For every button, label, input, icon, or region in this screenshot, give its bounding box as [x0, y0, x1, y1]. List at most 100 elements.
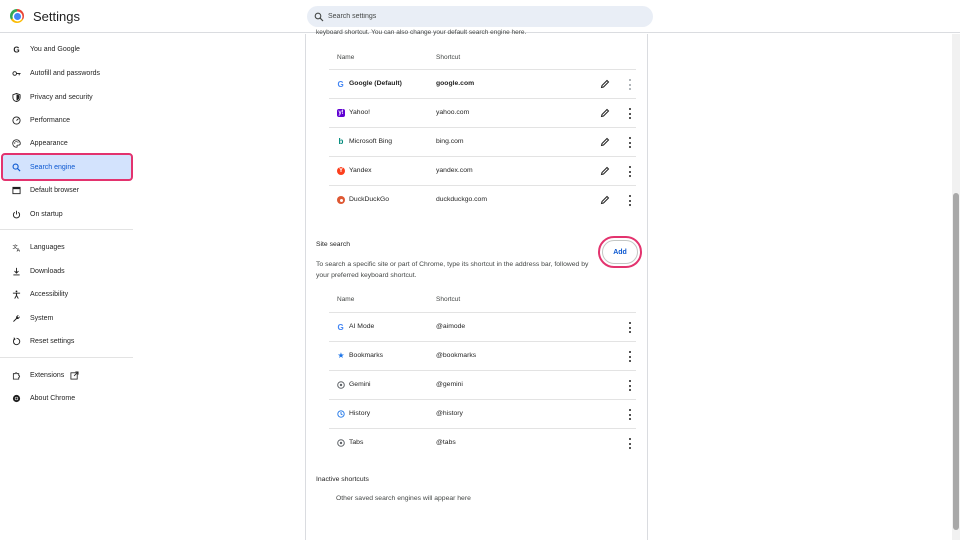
- power-icon: [2, 210, 30, 219]
- sidebar-divider: [0, 357, 133, 358]
- sidebar-item-label: Privacy and security: [30, 93, 93, 101]
- add-site-search-button[interactable]: Add: [598, 236, 642, 268]
- search-icon: [2, 163, 30, 172]
- sidebar-item-languages[interactable]: 文A Languages: [2, 235, 132, 259]
- speedometer-icon: [2, 115, 30, 125]
- sidebar-item-on-startup[interactable]: On startup: [2, 202, 132, 226]
- download-icon: [2, 267, 30, 276]
- edit-pencil-icon[interactable]: [600, 166, 610, 176]
- sidebar-item-privacy[interactable]: Privacy and security: [2, 85, 132, 109]
- sidebar-item-extensions[interactable]: Extensions: [2, 363, 132, 387]
- sidebar-item-label: Autofill and passwords: [30, 69, 101, 77]
- more-options-icon[interactable]: [628, 79, 632, 90]
- more-options-icon[interactable]: [628, 351, 632, 362]
- engine-shortcut: duckduckgo.com: [436, 196, 488, 203]
- sidebar: G You and Google Autofill and passwords …: [0, 34, 135, 540]
- sidebar-item-label: Extensions: [30, 371, 65, 379]
- sidebar-item-system[interactable]: System: [2, 306, 132, 330]
- sidebar-item-downloads[interactable]: Downloads: [2, 259, 132, 283]
- more-options-icon[interactable]: [628, 137, 632, 148]
- scrollbar-thumb[interactable]: [953, 193, 959, 530]
- sidebar-item-label: Languages: [30, 243, 65, 251]
- sidebar-item-autofill[interactable]: Autofill and passwords: [2, 61, 132, 85]
- palette-icon: [2, 138, 30, 148]
- engine-name: Google (Default): [349, 80, 402, 87]
- more-options-icon[interactable]: [628, 380, 632, 391]
- site-search-name: History: [349, 410, 371, 417]
- search-engine-card: keyboard shortcut. You can also change y…: [305, 29, 648, 540]
- table-row: y! Yahoo! yahoo.com: [329, 98, 636, 127]
- sidebar-item-appearance[interactable]: Appearance: [2, 131, 132, 155]
- gemini-icon: [337, 381, 345, 389]
- svg-text:G: G: [338, 80, 344, 88]
- sidebar-item-accessibility[interactable]: Accessibility: [2, 282, 132, 306]
- edit-pencil-icon[interactable]: [600, 195, 610, 205]
- duckduckgo-icon: [337, 196, 345, 204]
- more-options-icon[interactable]: [628, 322, 632, 333]
- google-icon: G: [337, 323, 345, 331]
- sidebar-item-label: Accessibility: [30, 290, 69, 298]
- sidebar-item-default-browser[interactable]: Default browser: [2, 178, 132, 202]
- site-search-shortcut: @gemini: [436, 381, 463, 388]
- sidebar-item-label: Downloads: [30, 267, 65, 275]
- sidebar-item-about-chrome[interactable]: About Chrome: [2, 386, 132, 410]
- search-input[interactable]: [328, 13, 628, 20]
- sidebar-item-you-and-google[interactable]: G You and Google: [2, 37, 132, 61]
- settings-window: Settings G You and Google Autofill and p…: [0, 0, 960, 540]
- browser-window-icon: [2, 186, 30, 195]
- site-search-shortcut: @history: [436, 410, 463, 417]
- google-g-icon: G: [2, 45, 30, 53]
- chrome-logo-icon: [10, 9, 24, 23]
- engine-name: Yandex: [349, 167, 372, 174]
- wrench-icon: [2, 314, 30, 323]
- site-search-name: Gemini: [349, 381, 371, 388]
- sidebar-item-label: You and Google: [30, 45, 80, 53]
- shield-icon: [2, 92, 30, 102]
- star-icon: ★: [337, 351, 345, 360]
- more-options-icon[interactable]: [628, 166, 632, 177]
- inactive-empty-text: Other saved search engines will appear h…: [336, 495, 471, 502]
- sidebar-item-performance[interactable]: Performance: [2, 108, 132, 132]
- engine-shortcut: yahoo.com: [436, 109, 470, 116]
- search-icon: [314, 12, 324, 21]
- site-search-description: To search a specific site or part of Chr…: [316, 261, 589, 279]
- engine-name: Microsoft Bing: [349, 138, 393, 145]
- table-row: History @history: [329, 399, 636, 428]
- search-box[interactable]: [307, 6, 653, 27]
- column-header-name: Name: [337, 54, 355, 61]
- history-icon: [337, 410, 345, 418]
- site-search-title: Site search: [316, 241, 351, 248]
- svg-text:G: G: [338, 323, 344, 331]
- sidebar-divider: [0, 229, 133, 230]
- reset-icon: [2, 336, 30, 346]
- sidebar-item-label: Reset settings: [30, 337, 75, 345]
- site-search-shortcut: @tabs: [436, 439, 456, 446]
- more-options-icon[interactable]: [628, 108, 632, 119]
- more-options-icon[interactable]: [628, 438, 632, 449]
- more-options-icon[interactable]: [628, 409, 632, 420]
- edit-pencil-icon[interactable]: [600, 137, 610, 147]
- sidebar-item-search-engine[interactable]: Search engine: [1, 153, 133, 181]
- chrome-icon: [2, 394, 30, 403]
- sidebar-item-label: Search engine: [30, 163, 76, 171]
- table-row: Tabs @tabs: [329, 428, 636, 457]
- sidebar-item-label: On startup: [30, 210, 63, 218]
- more-options-icon[interactable]: [628, 195, 632, 206]
- site-search-name: AI Mode: [349, 323, 375, 330]
- sidebar-item-label: Appearance: [30, 139, 68, 147]
- engine-shortcut: google.com: [436, 80, 475, 87]
- table-row: b Microsoft Bing bing.com: [329, 127, 636, 156]
- table-row: G AI Mode @aimode: [329, 312, 636, 341]
- edit-pencil-icon[interactable]: [600, 79, 610, 89]
- yahoo-icon: y!: [337, 109, 345, 117]
- table-row: Gemini @gemini: [329, 370, 636, 399]
- edit-pencil-icon[interactable]: [600, 108, 610, 118]
- sidebar-item-reset-settings[interactable]: Reset settings: [2, 329, 132, 353]
- engine-shortcut: yandex.com: [436, 167, 473, 174]
- engine-name: DuckDuckGo: [349, 196, 390, 203]
- column-header-shortcut: Shortcut: [436, 296, 461, 303]
- google-icon: G: [337, 80, 345, 88]
- page-title: Settings: [33, 9, 80, 24]
- external-link-icon: [70, 370, 79, 380]
- bing-icon: b: [338, 137, 344, 146]
